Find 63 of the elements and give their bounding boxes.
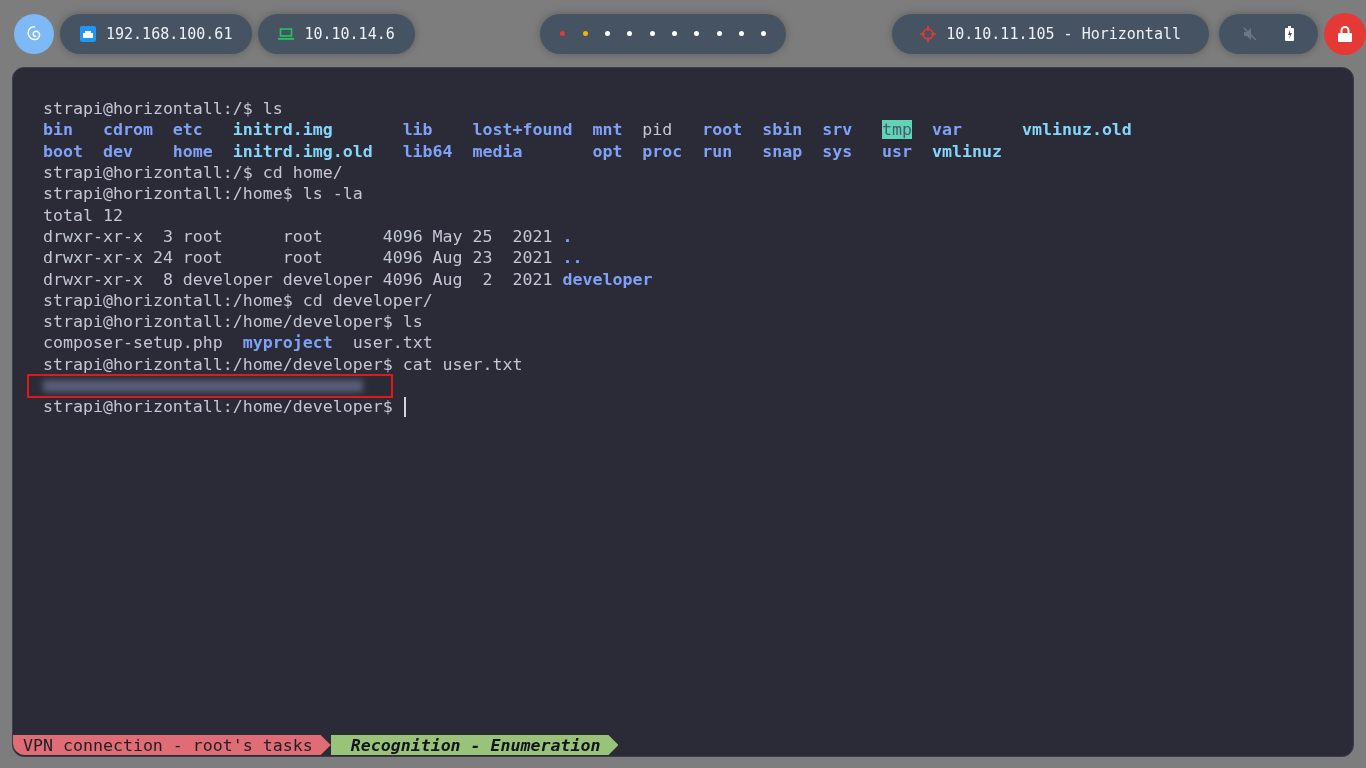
terminal-line: strapi@horizontall:/home/developer$ ls	[43, 312, 423, 332]
laptop-icon	[278, 27, 295, 40]
start-button[interactable]	[14, 13, 54, 54]
terminal-line: strapi@horizontall:/$ ls	[43, 99, 283, 119]
file-entry: cdrom	[102, 120, 153, 140]
local-ip: 192.168.100.61	[106, 24, 233, 43]
terminal-line: total 12	[43, 205, 123, 225]
file-entry: lib64	[402, 141, 453, 161]
file-entry: bin	[43, 120, 73, 140]
file-entry: run	[702, 141, 733, 161]
file-entry: media	[472, 141, 523, 161]
terminal-line: drwxr-xr-x 24 root root 4096 Aug 23 2021 ..	[43, 248, 583, 268]
file-entry: snap	[762, 141, 803, 161]
file-entry: pid	[642, 120, 673, 140]
lock-button[interactable]	[1324, 12, 1366, 55]
file-entry: root	[702, 120, 743, 140]
workspace-dot[interactable]	[649, 31, 655, 36]
terminal-line: strapi@horizontall:/home/developer$ cat user.txt	[43, 354, 523, 374]
file-entry: proc	[642, 141, 683, 161]
file-entry: var	[932, 120, 963, 140]
file-entry: vmlinuz	[932, 141, 1002, 161]
vpn-ip: 10.10.14.6	[304, 24, 395, 43]
target-label: 10.10.11.105 - Horizontall	[946, 24, 1181, 43]
terminal-line: strapi@horizontall:/home$ cd developer/	[43, 290, 433, 310]
swirl-icon	[26, 24, 42, 43]
terminal-line: strapi@horizontall:/$ cd home/	[43, 163, 343, 183]
file-entry: sbin	[762, 120, 803, 140]
file-entry: initrd.img	[232, 120, 333, 140]
terminal-line: strapi@horizontall:/home/developer$	[43, 397, 394, 417]
file-entry: lost+found	[472, 120, 573, 140]
crosshair-icon	[920, 25, 937, 42]
workspace-dot[interactable]	[582, 31, 588, 36]
workspace-dot[interactable]	[560, 31, 566, 36]
file-entry: lib	[402, 120, 433, 140]
tmux-window-tab[interactable]: Recognition - Enumeration	[330, 735, 619, 755]
file-entry: initrd.img.old	[232, 141, 373, 161]
file-entry: sys	[822, 141, 853, 161]
ethernet-icon	[80, 25, 96, 42]
file-entry: vmlinuz.old	[1021, 120, 1132, 140]
text-cursor	[403, 396, 406, 417]
workspace-dot[interactable]	[761, 31, 767, 36]
workspace-dot[interactable]	[694, 31, 700, 36]
file-entry: opt	[592, 141, 623, 161]
file-entry: usr	[882, 141, 913, 161]
terminal-line: composer-setup.php myproject user.txt	[43, 333, 433, 353]
battery-icon[interactable]	[1285, 26, 1294, 41]
workspace-dot[interactable]	[672, 31, 678, 36]
file-entry: etc	[172, 120, 203, 140]
workspace-dot[interactable]	[739, 31, 745, 36]
workspace-dot[interactable]	[605, 31, 611, 36]
terminal-line: strapi@horizontall:/home$ ls -la	[43, 184, 363, 204]
tmux-window-tab[interactable]: VPN connection - root's tasks	[13, 735, 331, 755]
file-entry: dev	[102, 141, 133, 161]
terminal-line: drwxr-xr-x 8 developer developer 4096 Aug 2 2021 developer	[43, 269, 653, 289]
file-entry: mnt	[592, 120, 623, 140]
workspace-dot[interactable]	[716, 31, 722, 36]
file-entry: home	[172, 141, 213, 161]
file-entry: srv	[822, 120, 853, 140]
file-entry: tmp	[882, 120, 913, 140]
terminal-line: drwxr-xr-x 3 root root 4096 May 25 2021 .	[43, 226, 573, 246]
workspace-dot[interactable]	[627, 31, 633, 36]
padlock-icon	[1338, 25, 1352, 42]
file-entry: boot	[43, 141, 83, 161]
